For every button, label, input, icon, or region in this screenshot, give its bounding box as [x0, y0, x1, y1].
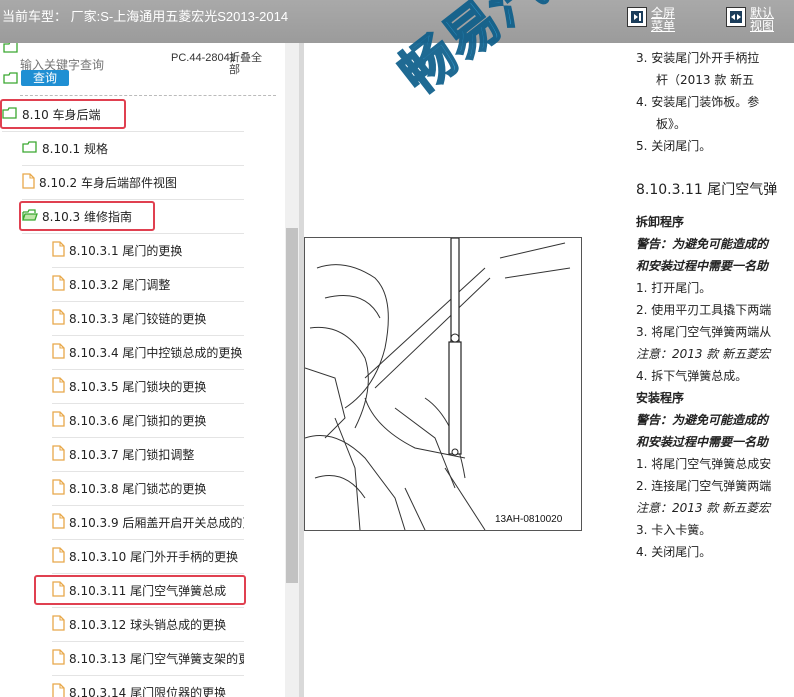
warning-text: 和安装过程中需要一名助	[636, 259, 769, 273]
warning-text: 警告：为避免可能造成的	[636, 237, 769, 251]
tree-item-label[interactable]: 8.10.3.1 尾门的更换	[69, 242, 182, 259]
navigation-panel: PC.44-28041 折叠全部 查询 8.10 车身后端8.10.1 规格8.…	[0, 43, 300, 697]
step-text: 2. 连接尾门空气弹簧两端	[636, 479, 772, 493]
step-text: 4. 关闭尾门。	[636, 545, 712, 559]
step-text: 1. 将尾门空气弹簧总成安	[636, 457, 772, 471]
highlight-box	[0, 99, 126, 129]
fullscreen-menu-button[interactable]: 全屏菜单	[627, 7, 677, 33]
removal-heading: 拆卸程序	[636, 215, 685, 229]
tree-item[interactable]: 8.10.3.12 球头销总成的更换	[52, 608, 244, 642]
fullscreen-icon	[627, 7, 647, 27]
document-icon	[52, 649, 65, 668]
document-icon	[52, 343, 65, 362]
scrollbar-thumb[interactable]	[286, 228, 298, 583]
search-area: PC.44-28041 折叠全部 查询	[0, 43, 282, 98]
document-icon	[52, 377, 65, 396]
install-heading: 安装程序	[636, 391, 685, 405]
document-icon	[52, 615, 65, 634]
tree-item[interactable]: 8.10.3.5 尾门锁块的更换	[52, 370, 244, 404]
tree-item-label[interactable]: 8.10.3.2 尾门调整	[69, 276, 170, 293]
step-text: 4. 拆下气弹簧总成。	[636, 369, 748, 383]
tailgate-strut-illustration	[304, 237, 571, 531]
tree-item-label[interactable]: 8.10.3.7 尾门锁扣调整	[69, 446, 194, 463]
tree-item-label[interactable]: 8.10.3.14 尾门限位器的更换	[69, 684, 226, 697]
tree-item-label[interactable]: 8.10.3.6 尾门锁扣的更换	[69, 412, 206, 429]
step-text: 3. 卡入卡簧。	[636, 523, 712, 537]
step-text: 3. 将尾门空气弹簧两端从	[636, 325, 772, 339]
tree-item-label[interactable]: 8.10.3.13 尾门空气弹簧支架的更换（	[69, 650, 244, 667]
tree-item[interactable]: 8.10.3.3 尾门铰链的更换	[52, 302, 244, 336]
document-icon	[52, 683, 65, 697]
warning-text: 警告：为避免可能造成的	[636, 413, 769, 427]
document-icon	[52, 309, 65, 328]
tree-item-label[interactable]: 8.10.3.12 球头销总成的更换	[69, 616, 226, 633]
tailgate-figure: 13AH-0810020	[304, 237, 582, 531]
tree-item[interactable]: 8.10.3.8 尾门锁芯的更换	[52, 472, 244, 506]
tree-item[interactable]: 8.10.3.1 尾门的更换	[52, 234, 244, 268]
document-view: 3. 安装尾门外开手柄拉 杆（2013 款 新五 4. 安装尾门装饰板。参 板》…	[304, 43, 794, 697]
highlight-box	[34, 575, 246, 605]
tree-item[interactable]: 8.10.3.13 尾门空气弹簧支架的更换（	[52, 642, 244, 676]
document-icon	[52, 241, 65, 260]
tree-item-label[interactable]: 8.10.3.4 尾门中控锁总成的更换（201	[69, 344, 244, 361]
figure-caption: 13AH-0810020	[495, 514, 563, 525]
collapse-all-button[interactable]: 折叠全部	[229, 52, 269, 76]
pc-code-label: PC.44-28041	[171, 52, 236, 64]
tree-item[interactable]: 8.10.3.14 尾门限位器的更换	[52, 676, 244, 697]
default-view-icon	[726, 7, 746, 27]
document-icon	[52, 479, 65, 498]
tree-item[interactable]: 8.10.3.4 尾门中控锁总成的更换（201	[52, 336, 244, 370]
tree-item[interactable]: 8.10.3.2 尾门调整	[52, 268, 244, 302]
scrollbar[interactable]	[285, 43, 299, 697]
tree-item-label[interactable]: 8.10.2 车身后端部件视图	[39, 174, 177, 191]
document-icon	[52, 445, 65, 464]
highlight-box	[19, 201, 155, 231]
tree-item[interactable]: 8.10.3.10 尾门外开手柄的更换	[52, 540, 244, 574]
document-icon	[52, 411, 65, 430]
tree-item[interactable]: 8.10.3.6 尾门锁扣的更换	[52, 404, 244, 438]
text-line: 4. 安装尾门装饰板。参	[636, 95, 760, 109]
text-line: 板》。	[656, 117, 687, 131]
divider	[20, 95, 276, 96]
folder-icon	[3, 43, 18, 53]
vehicle-model-title: 当前车型： 厂家:S-上海通用五菱宏光S2013-2014	[2, 9, 289, 24]
tree-item-label[interactable]: 8.10.3.9 后厢盖开启开关总成的更换	[69, 514, 244, 531]
folder-icon	[3, 72, 18, 84]
document-icon	[52, 547, 65, 566]
default-view-label[interactable]: 默认视图	[750, 7, 776, 33]
tree-item[interactable]: 8.10.3.9 后厢盖开启开关总成的更换	[52, 506, 244, 540]
tree-item-label[interactable]: 8.10.1 规格	[42, 140, 108, 157]
text-line: 5. 关闭尾门。	[636, 139, 712, 153]
tree-item-label[interactable]: 8.10.3.10 尾门外开手柄的更换	[69, 548, 238, 565]
section-title: 8.10.3.11 尾门空气弹	[636, 182, 778, 198]
search-button[interactable]: 查询	[21, 70, 69, 86]
folder-icon	[22, 141, 38, 156]
document-icon	[52, 275, 65, 294]
document-icon	[22, 173, 35, 192]
tree-item-label[interactable]: 8.10.3.3 尾门铰链的更换	[69, 310, 206, 327]
tree-item[interactable]: 8.10.3.7 尾门锁扣调整	[52, 438, 244, 472]
document-icon	[52, 513, 65, 532]
default-view-button[interactable]: 默认视图	[726, 7, 776, 33]
step-text: 2. 使用平刃工具撬下两端	[636, 303, 772, 317]
tree-item-label[interactable]: 8.10.3.5 尾门锁块的更换	[69, 378, 206, 395]
text-line: 3. 安装尾门外开手柄拉	[636, 51, 760, 65]
tree-item[interactable]: 8.10.2 车身后端部件视图	[22, 166, 244, 200]
tree-item[interactable]: 8.10.1 规格	[22, 132, 244, 166]
tree-item-label[interactable]: 8.10.3.8 尾门锁芯的更换	[69, 480, 206, 497]
fullscreen-menu-label[interactable]: 全屏菜单	[651, 7, 677, 33]
text-line: 杆（2013 款 新五	[656, 73, 755, 87]
step-text: 1. 打开尾门。	[636, 281, 712, 295]
note-text: 注意：2013 款 新五菱宏	[636, 347, 771, 361]
note-text: 注意：2013 款 新五菱宏	[636, 501, 771, 515]
warning-text: 和安装过程中需要一名助	[636, 435, 769, 449]
